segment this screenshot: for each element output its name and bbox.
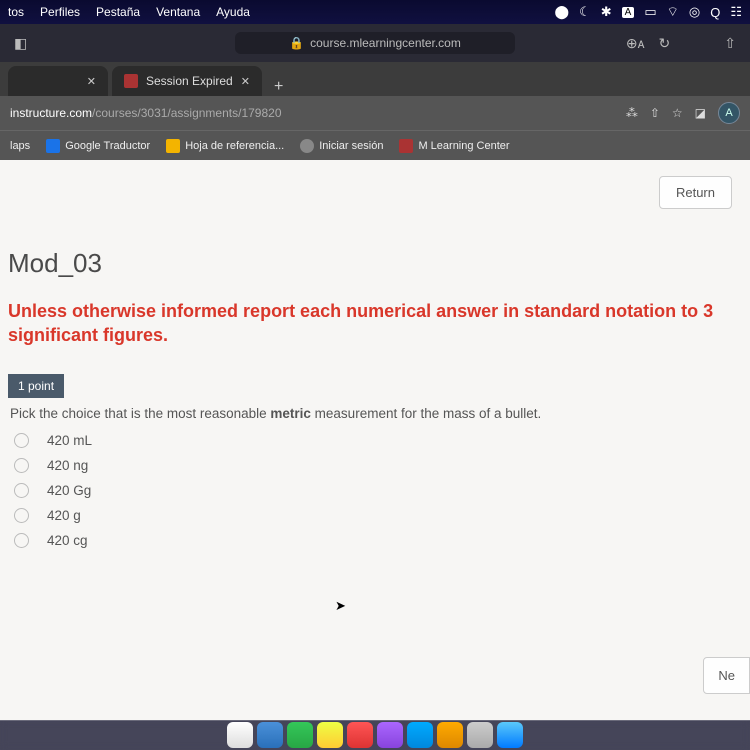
url-domain: instructure.com: [10, 106, 92, 120]
translate-favicon-icon: [46, 139, 60, 153]
next-button[interactable]: Ne: [703, 657, 750, 694]
share-icon[interactable]: ⇧: [724, 35, 736, 52]
radio-button[interactable]: [14, 433, 29, 448]
extension-icon[interactable]: ◪: [695, 106, 706, 120]
options-list: 420 mL 420 ng 420 Gg 420 g 420 cg: [8, 433, 740, 548]
option-label: 420 mL: [47, 433, 92, 448]
sidebar-icon[interactable]: ◧: [14, 35, 27, 52]
bookmark-item[interactable]: Hoja de referencia...: [166, 139, 284, 153]
question-text: Pick the choice that is the most reasona…: [10, 406, 740, 421]
menu-item[interactable]: Ventana: [156, 5, 200, 19]
profile-avatar[interactable]: A: [718, 102, 740, 124]
lock-icon: 🔒: [289, 36, 304, 50]
close-icon[interactable]: ✕: [241, 75, 250, 88]
dock-app-icon[interactable]: [407, 722, 433, 748]
bookmark-item[interactable]: Google Traductor: [46, 139, 150, 153]
chrome-tab[interactable]: Session Expired ✕: [112, 66, 262, 96]
safari-url: course.mlearningcenter.com: [310, 36, 461, 50]
radio-button[interactable]: [14, 483, 29, 498]
option-row[interactable]: 420 ng: [14, 458, 740, 473]
search-icon[interactable]: Q: [710, 5, 720, 20]
bluetooth-icon[interactable]: ✱: [601, 4, 612, 20]
page-content: Return Mod_03 Unless otherwise informed …: [0, 160, 750, 720]
option-row[interactable]: 420 g: [14, 508, 740, 523]
cursor-icon: ➤: [335, 598, 346, 614]
doc-favicon-icon: [166, 139, 180, 153]
option-label: 420 ng: [47, 458, 88, 473]
menu-item[interactable]: tos: [8, 5, 24, 19]
bookmark-item[interactable]: M Learning Center: [399, 139, 509, 153]
chrome-url-bar: instructure.com/courses/3031/assignments…: [0, 96, 750, 130]
favicon-icon: [124, 74, 138, 88]
safari-address-bar[interactable]: 🔒 course.mlearningcenter.com: [235, 32, 515, 54]
option-label: 420 g: [47, 508, 81, 523]
mlc-favicon-icon: [399, 139, 413, 153]
dock-app-icon[interactable]: [257, 722, 283, 748]
dock-app-icon[interactable]: [467, 722, 493, 748]
record-icon[interactable]: ⬤: [555, 4, 570, 20]
dock-app-icon[interactable]: [347, 722, 373, 748]
chrome-tab-strip: ✕ Session Expired ✕ +: [0, 62, 750, 96]
safari-toolbar: ◧ 🔒 course.mlearningcenter.com ⊕ᴀ ↻ ⇧: [0, 24, 750, 62]
dock-app-icon[interactable]: [317, 722, 343, 748]
battery-icon[interactable]: ▭: [644, 4, 656, 20]
reload-icon[interactable]: ↻: [659, 35, 671, 52]
radio-button[interactable]: [14, 458, 29, 473]
radio-button[interactable]: [14, 508, 29, 523]
module-title: Mod_03: [8, 248, 740, 279]
return-button[interactable]: Return: [659, 176, 732, 209]
mac-dock: [0, 720, 750, 750]
input-icon[interactable]: A: [622, 7, 635, 18]
menu-item[interactable]: Ayuda: [216, 5, 250, 19]
dock-app-icon[interactable]: [287, 722, 313, 748]
option-row[interactable]: 420 cg: [14, 533, 740, 548]
mac-status-icons: ⬤ ☾ ✱ A ▭ ⌔ ◎ Q ☷: [555, 4, 742, 20]
instruction-text: Unless otherwise informed report each nu…: [8, 299, 740, 348]
airplay-icon[interactable]: ◎: [689, 4, 700, 20]
dock-app-icon[interactable]: [437, 722, 463, 748]
close-icon[interactable]: ✕: [87, 75, 96, 88]
dock-app-icon[interactable]: [227, 722, 253, 748]
mac-menubar: tos Perfiles Pestaña Ventana Ayuda ⬤ ☾ ✱…: [0, 0, 750, 24]
new-tab-button[interactable]: +: [266, 78, 291, 96]
points-bar: 1 point: [8, 374, 740, 398]
translate-icon[interactable]: ⁂: [626, 106, 638, 120]
radio-button[interactable]: [14, 533, 29, 548]
tab-label: Session Expired: [146, 74, 233, 88]
menu-item[interactable]: Pestaña: [96, 5, 140, 19]
url-path: /courses/3031/assignments/179820: [92, 106, 281, 120]
option-label: 420 Gg: [47, 483, 91, 498]
star-icon[interactable]: ☆: [672, 106, 683, 120]
option-row[interactable]: 420 Gg: [14, 483, 740, 498]
option-row[interactable]: 420 mL: [14, 433, 740, 448]
translate-icon[interactable]: ⊕ᴀ: [626, 35, 645, 52]
moon-icon[interactable]: ☾: [579, 4, 591, 20]
mac-menu-left: tos Perfiles Pestaña Ventana Ayuda: [8, 5, 250, 19]
dock-app-icon[interactable]: [377, 722, 403, 748]
share-icon[interactable]: ⇧: [650, 106, 660, 120]
menu-item[interactable]: Perfiles: [40, 5, 80, 19]
chrome-tab[interactable]: ✕: [8, 66, 108, 96]
wifi-icon[interactable]: ⌔: [667, 4, 679, 20]
login-favicon-icon: [300, 139, 314, 153]
bookmark-item[interactable]: laps: [10, 140, 30, 152]
option-label: 420 cg: [47, 533, 88, 548]
dock-app-icon[interactable]: [497, 722, 523, 748]
bookmark-item[interactable]: Iniciar sesión: [300, 139, 383, 153]
chrome-url[interactable]: instructure.com/courses/3031/assignments…: [10, 106, 618, 120]
chrome-window: ✕ Session Expired ✕ + instructure.com/co…: [0, 62, 750, 160]
control-center-icon[interactable]: ☷: [730, 4, 742, 20]
points-label: 1 point: [8, 374, 64, 398]
bookmarks-bar: laps Google Traductor Hoja de referencia…: [0, 130, 750, 160]
